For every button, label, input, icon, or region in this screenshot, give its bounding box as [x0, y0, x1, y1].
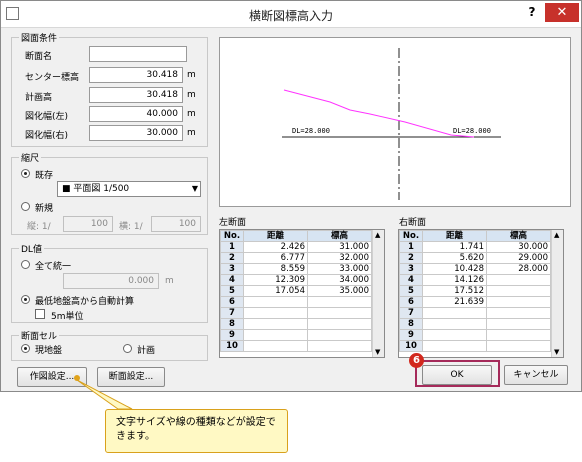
callout-pointer	[74, 375, 133, 410]
callout-arrow	[76, 379, 133, 410]
callout-box: 文字サイズや線の種類などが設定できます。	[105, 409, 288, 453]
callout-text: 文字サイズや線の種類などが設定できます。	[116, 417, 276, 442]
